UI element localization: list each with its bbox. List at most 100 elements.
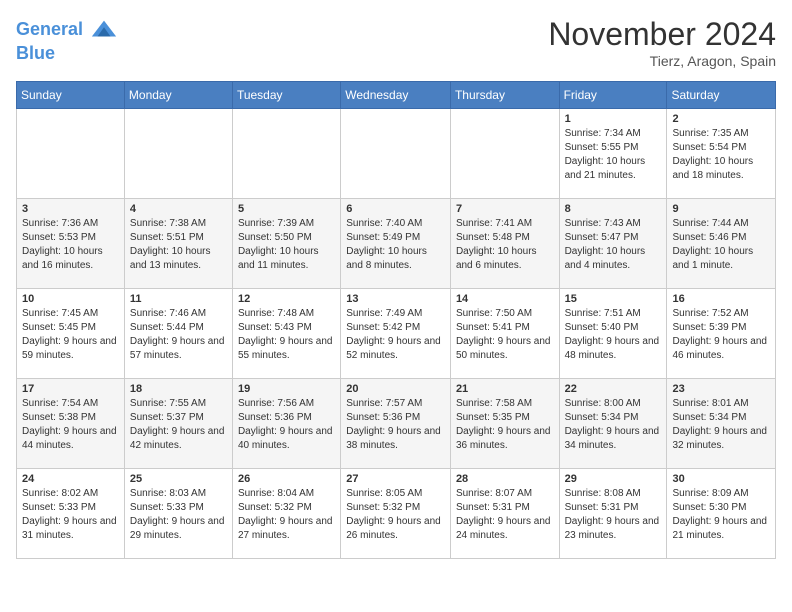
day-number: 1 [565, 113, 662, 125]
day-number: 11 [130, 293, 227, 305]
day-number: 2 [672, 113, 770, 125]
weekday-header: Thursday [450, 82, 559, 109]
day-info: Sunrise: 7:39 AM Sunset: 5:50 PM Dayligh… [238, 217, 335, 273]
day-number: 23 [672, 383, 770, 395]
weekday-header: Tuesday [232, 82, 340, 109]
calendar-cell: 28 Sunrise: 8:07 AM Sunset: 5:31 PM Dayli… [450, 469, 559, 559]
day-info: Sunrise: 7:41 AM Sunset: 5:48 PM Dayligh… [456, 217, 554, 273]
calendar-cell: 19 Sunrise: 7:56 AM Sunset: 5:36 PM Dayli… [232, 379, 340, 469]
day-number: 8 [565, 203, 662, 215]
day-info: Sunrise: 7:43 AM Sunset: 5:47 PM Dayligh… [565, 217, 662, 273]
calendar-cell: 23 Sunrise: 8:01 AM Sunset: 5:34 PM Dayli… [667, 379, 776, 469]
day-number: 12 [238, 293, 335, 305]
weekday-header: Wednesday [341, 82, 451, 109]
day-number: 22 [565, 383, 662, 395]
calendar-cell: 30Sunrise: 8:09 AM Sunset: 5:30 PM Dayli… [667, 469, 776, 559]
calendar-cell: 4 Sunrise: 7:38 AM Sunset: 5:51 PM Daylig… [124, 199, 232, 289]
weekday-header: Sunday [17, 82, 125, 109]
calendar-cell: 7 Sunrise: 7:41 AM Sunset: 5:48 PM Daylig… [450, 199, 559, 289]
calendar-cell: 5 Sunrise: 7:39 AM Sunset: 5:50 PM Daylig… [232, 199, 340, 289]
day-number: 14 [456, 293, 554, 305]
calendar-cell: 24 Sunrise: 8:02 AM Sunset: 5:33 PM Dayli… [17, 469, 125, 559]
day-number: 9 [672, 203, 770, 215]
day-info: Sunrise: 8:03 AM Sunset: 5:33 PM Dayligh… [130, 487, 227, 543]
calendar-cell: 1 Sunrise: 7:34 AM Sunset: 5:55 PM Daylig… [559, 109, 667, 199]
day-number: 21 [456, 383, 554, 395]
calendar-week-row: 17Sunrise: 7:54 AM Sunset: 5:38 PM Dayli… [17, 379, 776, 469]
logo-text: General [16, 16, 118, 44]
calendar-cell: 22 Sunrise: 8:00 AM Sunset: 5:34 PM Dayli… [559, 379, 667, 469]
day-number: 18 [130, 383, 227, 395]
weekday-header: Monday [124, 82, 232, 109]
day-number: 24 [22, 473, 119, 485]
calendar-cell: 13 Sunrise: 7:49 AM Sunset: 5:42 PM Dayli… [341, 289, 451, 379]
calendar-cell: 26Sunrise: 8:04 AM Sunset: 5:32 PM Dayli… [232, 469, 340, 559]
day-info: Sunrise: 7:48 AM Sunset: 5:43 PM Dayligh… [238, 307, 335, 363]
calendar-cell [450, 109, 559, 199]
day-info: Sunrise: 7:58 AM Sunset: 5:35 PM Dayligh… [456, 397, 554, 453]
day-info: Sunrise: 7:35 AM Sunset: 5:54 PM Dayligh… [672, 127, 770, 183]
day-number: 7 [456, 203, 554, 215]
day-number: 4 [130, 203, 227, 215]
weekday-header: Saturday [667, 82, 776, 109]
day-info: Sunrise: 7:46 AM Sunset: 5:44 PM Dayligh… [130, 307, 227, 363]
day-number: 29 [565, 473, 662, 485]
calendar-cell: 14 Sunrise: 7:50 AM Sunset: 5:41 PM Dayli… [450, 289, 559, 379]
day-info: Sunrise: 7:50 AM Sunset: 5:41 PM Dayligh… [456, 307, 554, 363]
day-number: 13 [346, 293, 445, 305]
day-number: 19 [238, 383, 335, 395]
day-number: 3 [22, 203, 119, 215]
weekday-header: Friday [559, 82, 667, 109]
day-info: Sunrise: 8:05 AM Sunset: 5:32 PM Dayligh… [346, 487, 445, 543]
day-info: Sunrise: 7:54 AM Sunset: 5:38 PM Dayligh… [22, 397, 119, 453]
day-info: Sunrise: 8:07 AM Sunset: 5:31 PM Dayligh… [456, 487, 554, 543]
calendar-cell: 8 Sunrise: 7:43 AM Sunset: 5:47 PM Daylig… [559, 199, 667, 289]
calendar-cell: 9 Sunrise: 7:44 AM Sunset: 5:46 PM Daylig… [667, 199, 776, 289]
day-info: Sunrise: 8:08 AM Sunset: 5:31 PM Dayligh… [565, 487, 662, 543]
day-info: Sunrise: 7:55 AM Sunset: 5:37 PM Dayligh… [130, 397, 227, 453]
calendar-cell: 2 Sunrise: 7:35 AM Sunset: 5:54 PM Daylig… [667, 109, 776, 199]
day-info: Sunrise: 8:01 AM Sunset: 5:34 PM Dayligh… [672, 397, 770, 453]
day-info: Sunrise: 7:51 AM Sunset: 5:40 PM Dayligh… [565, 307, 662, 363]
day-number: 28 [456, 473, 554, 485]
day-info: Sunrise: 7:40 AM Sunset: 5:49 PM Dayligh… [346, 217, 445, 273]
day-info: Sunrise: 8:00 AM Sunset: 5:34 PM Dayligh… [565, 397, 662, 453]
day-number: 27 [346, 473, 445, 485]
day-number: 15 [565, 293, 662, 305]
day-info: Sunrise: 7:45 AM Sunset: 5:45 PM Dayligh… [22, 307, 119, 363]
calendar-week-row: 10 Sunrise: 7:45 AM Sunset: 5:45 PM Dayli… [17, 289, 776, 379]
location: Tierz, Aragon, Spain [548, 53, 776, 69]
calendar-week-row: 24 Sunrise: 8:02 AM Sunset: 5:33 PM Dayli… [17, 469, 776, 559]
day-number: 20 [346, 383, 445, 395]
day-info: Sunrise: 7:38 AM Sunset: 5:51 PM Dayligh… [130, 217, 227, 273]
calendar-cell: 3Sunrise: 7:36 AM Sunset: 5:53 PM Daylig… [17, 199, 125, 289]
calendar-cell: 10 Sunrise: 7:45 AM Sunset: 5:45 PM Dayli… [17, 289, 125, 379]
day-info: Sunrise: 7:57 AM Sunset: 5:36 PM Dayligh… [346, 397, 445, 453]
day-info: Sunrise: 7:49 AM Sunset: 5:42 PM Dayligh… [346, 307, 445, 363]
calendar-cell: 15 Sunrise: 7:51 AM Sunset: 5:40 PM Dayli… [559, 289, 667, 379]
day-info: Sunrise: 7:44 AM Sunset: 5:46 PM Dayligh… [672, 217, 770, 273]
day-info: Sunrise: 8:09 AM Sunset: 5:30 PM Dayligh… [672, 487, 770, 543]
day-number: 6 [346, 203, 445, 215]
day-number: 16 [672, 293, 770, 305]
calendar-cell: 21 Sunrise: 7:58 AM Sunset: 5:35 PM Dayli… [450, 379, 559, 469]
day-info: Sunrise: 7:56 AM Sunset: 5:36 PM Dayligh… [238, 397, 335, 453]
day-info: Sunrise: 7:34 AM Sunset: 5:55 PM Dayligh… [565, 127, 662, 183]
logo-text-blue: Blue [16, 44, 118, 64]
calendar-week-row: 3Sunrise: 7:36 AM Sunset: 5:53 PM Daylig… [17, 199, 776, 289]
calendar-week-row: 1 Sunrise: 7:34 AM Sunset: 5:55 PM Daylig… [17, 109, 776, 199]
day-number: 26 [238, 473, 335, 485]
calendar-cell: 12 Sunrise: 7:48 AM Sunset: 5:43 PM Dayli… [232, 289, 340, 379]
page-header: General Blue November 2024 Tierz, Aragon… [16, 16, 776, 69]
calendar-cell [17, 109, 125, 199]
day-number: 10 [22, 293, 119, 305]
calendar-cell: 16Sunrise: 7:52 AM Sunset: 5:39 PM Dayli… [667, 289, 776, 379]
month-title: November 2024 [548, 16, 776, 53]
day-info: Sunrise: 8:02 AM Sunset: 5:33 PM Dayligh… [22, 487, 119, 543]
calendar-cell: 20 Sunrise: 7:57 AM Sunset: 5:36 PM Dayli… [341, 379, 451, 469]
day-number: 25 [130, 473, 227, 485]
day-number: 5 [238, 203, 335, 215]
calendar-cell: 17Sunrise: 7:54 AM Sunset: 5:38 PM Dayli… [17, 379, 125, 469]
logo-icon [90, 16, 118, 44]
calendar-table: SundayMondayTuesdayWednesdayThursdayFrid… [16, 81, 776, 559]
